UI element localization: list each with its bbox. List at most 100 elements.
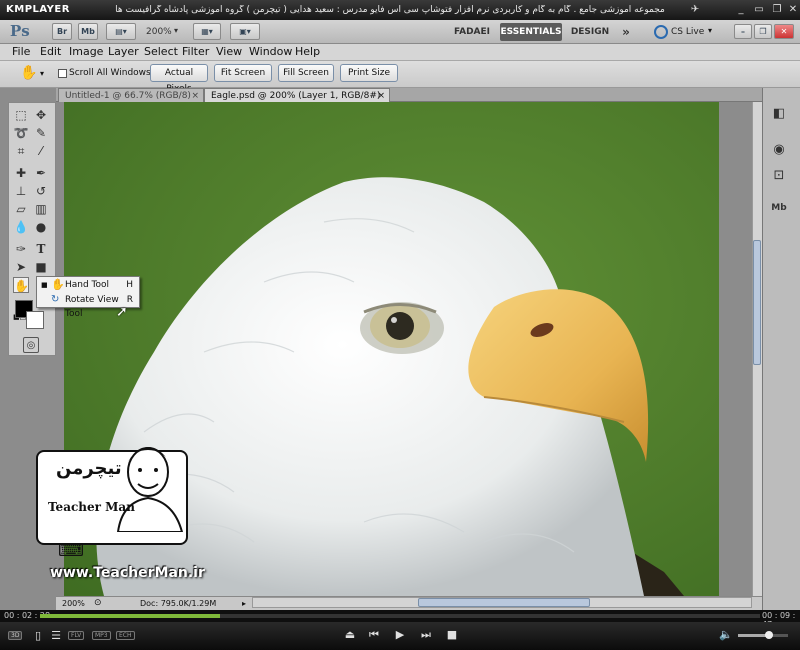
cs-live-button[interactable]: CS Live: [671, 27, 704, 37]
screen-mode-icon[interactable]: ▣▾: [230, 23, 260, 40]
volume-knob[interactable]: [765, 631, 773, 639]
quick-selection-tool-icon[interactable]: ✎: [33, 125, 49, 141]
history-brush-tool-icon[interactable]: ↺: [33, 183, 49, 199]
arrange-documents-icon[interactable]: ▦▾: [193, 23, 221, 40]
panel-mini-bridge-icon[interactable]: Mb: [768, 198, 790, 218]
volume-level: [738, 634, 768, 637]
close-icon[interactable]: ×: [191, 89, 199, 103]
menu-file[interactable]: File: [12, 45, 30, 58]
cs-live-icon[interactable]: [654, 25, 668, 39]
quick-mask-icon[interactable]: ◎: [23, 337, 39, 353]
menu-image[interactable]: Image: [69, 45, 103, 58]
status-doc-size: Doc: 795.0K/1.29M: [140, 599, 217, 608]
workspace-fadaei[interactable]: FADAEI: [450, 23, 494, 41]
app-minimize-button[interactable]: –: [734, 24, 752, 39]
eraser-tool-icon[interactable]: ▱: [13, 201, 29, 217]
background-color-swatch[interactable]: [26, 311, 44, 329]
player-logo: KMPLAYER: [6, 4, 70, 15]
brush-tool-icon[interactable]: ✒: [33, 165, 49, 181]
tool-preset-dropdown-icon[interactable]: ▾: [40, 69, 44, 78]
fill-screen-button[interactable]: Fill Screen: [278, 64, 334, 82]
play-icon[interactable]: ▶: [392, 628, 408, 641]
menu-edit[interactable]: Edit: [40, 45, 61, 58]
format-badge-mp3: MP3: [92, 631, 111, 640]
player-minimize-icon[interactable]: _: [734, 3, 748, 16]
panel-color-icon[interactable]: ◧: [768, 104, 790, 124]
menu-layer[interactable]: Layer: [108, 45, 139, 58]
player-settings-icon[interactable]: ☰: [48, 629, 64, 642]
path-selection-tool-icon[interactable]: ➤: [13, 259, 29, 275]
scroll-all-windows-checkbox[interactable]: [58, 69, 67, 78]
stop-icon[interactable]: ■: [444, 628, 460, 641]
player-close-icon[interactable]: ✕: [786, 3, 800, 16]
eyedropper-tool-icon[interactable]: ⁄: [33, 143, 49, 159]
rotate-view-icon: ↻: [51, 294, 60, 305]
hand-tool-icon[interactable]: ✋: [13, 277, 29, 293]
flyout-item-hand-tool[interactable]: ■ ✋ Hand Tool H: [39, 278, 137, 292]
pin-icon[interactable]: ✈: [688, 3, 702, 16]
menu-window[interactable]: Window: [249, 45, 292, 58]
move-tool-icon[interactable]: ✥: [33, 107, 49, 123]
player-maximize-icon[interactable]: ▭: [752, 3, 766, 16]
player-menu-icon[interactable]: ▯: [30, 629, 46, 642]
zoom-dropdown-icon[interactable]: ▾: [174, 26, 178, 35]
3d-badge[interactable]: 3D: [8, 631, 23, 640]
watermark-name: Teacher Man: [48, 500, 135, 514]
active-tool-marker: ■: [41, 281, 48, 289]
panel-adjustments-icon[interactable]: ◉: [768, 140, 790, 160]
app-restore-button[interactable]: ❐: [754, 24, 772, 39]
status-zoom[interactable]: 200%: [62, 597, 85, 610]
keyboard-icon: ⌨: [58, 540, 84, 561]
menu-bar: File Edit Image Layer Select Filter View…: [0, 44, 800, 61]
shape-tool-icon[interactable]: ■: [33, 259, 49, 275]
hand-icon: ✋: [51, 278, 65, 291]
seek-progress: [40, 614, 220, 618]
crop-tool-icon[interactable]: ⌗: [13, 143, 29, 159]
status-info-icon[interactable]: ⊙: [94, 597, 102, 610]
eject-icon[interactable]: ⏏: [342, 628, 358, 641]
marquee-tool-icon[interactable]: ⬚: [13, 107, 29, 123]
workspace-design[interactable]: DESIGN: [568, 23, 612, 41]
cs-live-dropdown-icon[interactable]: ▾: [708, 26, 712, 35]
status-menu-icon[interactable]: ▸: [242, 597, 246, 610]
app-close-button[interactable]: ✕: [774, 24, 794, 39]
close-icon[interactable]: ×: [377, 89, 385, 103]
tab-untitled-1[interactable]: Untitled-1 @ 66.7% (RGB/8) ×: [58, 88, 204, 102]
bridge-button[interactable]: Br: [52, 23, 72, 40]
dodge-tool-icon[interactable]: ●: [33, 219, 49, 235]
horizontal-scroll-thumb[interactable]: [418, 598, 590, 607]
mouse-cursor-icon: ➚: [116, 304, 128, 320]
gradient-tool-icon[interactable]: ▥: [33, 201, 49, 217]
type-tool-icon[interactable]: T: [33, 241, 49, 257]
menu-help[interactable]: Help: [295, 45, 320, 58]
blur-tool-icon[interactable]: 💧: [13, 219, 29, 235]
panel-masks-icon[interactable]: ⊡: [768, 166, 790, 186]
lasso-tool-icon[interactable]: ➰: [13, 125, 29, 141]
vertical-scroll-thumb[interactable]: [753, 240, 761, 365]
menu-select[interactable]: Select: [144, 45, 178, 58]
hand-tool-preset-icon[interactable]: ✋: [20, 65, 37, 81]
menu-view[interactable]: View: [216, 45, 242, 58]
tab-eagle[interactable]: Eagle.psd @ 200% (Layer 1, RGB/8#) ×: [204, 88, 390, 102]
print-size-button[interactable]: Print Size: [340, 64, 398, 82]
photoshop-logo: Ps: [10, 22, 30, 40]
tab-label: Eagle.psd @ 200% (Layer 1, RGB/8#): [211, 91, 381, 101]
healing-brush-tool-icon[interactable]: ✚: [13, 165, 29, 181]
actual-pixels-button[interactable]: Actual Pixels: [150, 64, 208, 94]
player-restore-icon[interactable]: ❐: [770, 3, 784, 16]
previous-icon[interactable]: ⏮: [366, 628, 382, 642]
more-workspaces-icon[interactable]: »: [618, 23, 634, 41]
teacher-avatar: [116, 447, 184, 532]
menu-filter[interactable]: Filter: [182, 45, 209, 58]
view-extras-icon[interactable]: ▤▾: [106, 23, 136, 40]
format-badge-flv: FLV: [68, 631, 85, 640]
mini-bridge-button[interactable]: Mb: [78, 23, 98, 40]
volume-icon[interactable]: 🔈: [718, 628, 734, 641]
workspace-essentials[interactable]: ESSENTIALS: [500, 23, 562, 41]
pen-tool-icon[interactable]: ✑: [13, 241, 29, 257]
document-tab-bar: Untitled-1 @ 66.7% (RGB/8) × Eagle.psd @…: [56, 88, 762, 102]
next-icon[interactable]: ⏭: [418, 628, 434, 642]
clone-stamp-tool-icon[interactable]: ⊥: [13, 183, 29, 199]
zoom-level[interactable]: 200%: [146, 27, 172, 37]
fit-screen-button[interactable]: Fit Screen: [214, 64, 272, 82]
